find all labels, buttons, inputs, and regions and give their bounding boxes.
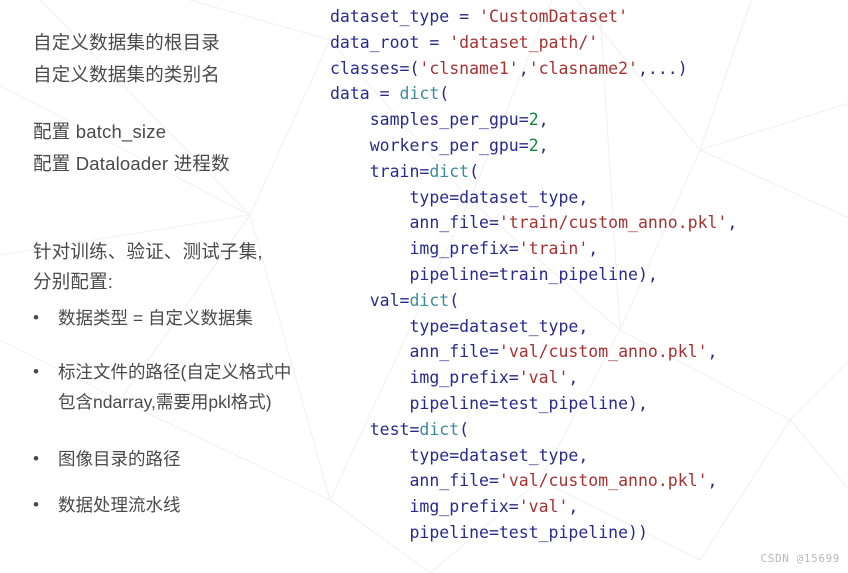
code-token-punct: ,...)	[637, 58, 688, 78]
code-token-name: samples_per_gpu=	[330, 110, 529, 130]
code-token-str: 'val/custom_anno.pkl'	[498, 471, 708, 491]
code-token-name: pipeline=train_pipeline),	[330, 264, 658, 284]
code-token-name: img_prefix=	[330, 497, 519, 517]
code-line: ann_file='val/custom_anno.pkl',	[330, 339, 848, 365]
bullet-item-ann-file-path: • 标注文件的路径(自定义格式中 包含ndarray,需要用pkl格式)	[33, 357, 333, 417]
code-token-num: 2	[528, 135, 539, 155]
code-token-punct: ,	[568, 497, 579, 517]
code-token-str: 'val/custom_anno.pkl'	[498, 342, 708, 362]
code-token-name: dataset_type	[330, 7, 450, 26]
code-token-str: 'dataset_path/'	[449, 32, 599, 52]
bullet-item-img-prefix-path: • 图像目录的路径	[33, 444, 333, 474]
code-block: dataset_type = 'CustomDataset' data_root …	[330, 4, 848, 546]
code-line: ann_file='train/custom_anno.pkl',	[330, 210, 848, 236]
code-token-name: type=dataset_type,	[330, 445, 589, 465]
code-line: img_prefix='train',	[330, 236, 848, 262]
code-token-punct: ,	[727, 213, 738, 233]
code-line: type=dataset_type,	[330, 443, 848, 469]
code-line: img_prefix='val',	[330, 365, 848, 391]
code-token-str: 'CustomDataset'	[479, 7, 629, 26]
code-token-str: 'clasname2'	[528, 58, 638, 78]
code-token-str: 'val'	[518, 497, 569, 517]
slide-canvas: 自定义数据集的根目录 自定义数据集的类别名 配置 batch_size 配置 D…	[0, 0, 848, 573]
code-token-punct: (	[459, 419, 470, 439]
code-token-name: type=dataset_type,	[330, 316, 589, 336]
code-token-name: workers_per_gpu=	[330, 135, 529, 155]
bullet-item-dataset-type: • 数据类型 = 自定义数据集	[33, 303, 333, 333]
code-line: img_prefix='val',	[330, 494, 848, 520]
watermark: CSDN @15699	[760, 552, 840, 565]
code-line: pipeline=test_pipeline))	[330, 520, 848, 546]
code-token-str: 'train'	[518, 239, 589, 259]
bullet-label: 标注文件的路径(自定义格式中 包含ndarray,需要用pkl格式)	[58, 362, 292, 412]
code-line: ann_file='val/custom_anno.pkl',	[330, 468, 848, 494]
bullet-item-pipeline: • 数据处理流水线	[33, 490, 333, 520]
code-token-name: test=	[330, 419, 420, 439]
code-token-punct: (	[439, 84, 450, 104]
code-token-num: 2	[528, 110, 539, 130]
code-token-str: 'clsname1'	[419, 58, 519, 78]
code-token-name: ann_file=	[330, 213, 499, 233]
code-line: samples_per_gpu=2,	[330, 107, 848, 133]
code-line: train=dict(	[330, 159, 848, 185]
code-token-name: data =	[330, 84, 400, 104]
code-token-name: pipeline=test_pipeline),	[330, 393, 648, 413]
code-token-str: 'val'	[518, 368, 569, 388]
bullet-dot-icon: •	[33, 308, 39, 327]
code-token-op: =	[419, 32, 450, 52]
annotation-column: 自定义数据集的根目录 自定义数据集的类别名 配置 batch_size 配置 D…	[0, 0, 330, 573]
code-token-punct: ,	[568, 368, 579, 388]
bullet-dot-icon: •	[33, 362, 39, 381]
code-token-punct: ,	[518, 58, 529, 78]
code-line: dataset_type = 'CustomDataset'	[330, 4, 848, 30]
code-token-fn: dict	[419, 419, 460, 439]
code-token-punct: ,	[707, 342, 718, 362]
note-dataloader-workers: 配置 Dataloader 进程数	[33, 153, 230, 174]
bullet-dot-icon: •	[33, 495, 39, 514]
code-line: type=dataset_type,	[330, 185, 848, 211]
code-token-fn: dict	[429, 161, 470, 181]
code-line: test=dict(	[330, 417, 848, 443]
note-root-dir: 自定义数据集的根目录	[33, 32, 221, 53]
code-token-punct: ,	[538, 135, 549, 155]
code-token-punct: (	[449, 290, 460, 310]
note-subsets-intro-line-1: 针对训练、验证、测试子集,	[33, 241, 263, 262]
code-token-punct: ,	[707, 471, 718, 491]
code-token-name: ann_file=	[330, 471, 499, 491]
code-token-name: img_prefix=	[330, 368, 519, 388]
code-token-name: ann_file=	[330, 342, 499, 362]
bullet-dot-icon: •	[33, 449, 39, 468]
code-token-op: =	[449, 7, 480, 26]
code-token-name: img_prefix=	[330, 239, 519, 259]
code-token-name: data_root	[330, 32, 420, 52]
code-token-name: pipeline=test_pipeline))	[330, 522, 648, 542]
code-token-name: val=	[330, 290, 410, 310]
code-token-fn: dict	[399, 84, 440, 104]
code-token-str: 'train/custom_anno.pkl'	[498, 213, 728, 233]
code-token-punct: ,	[588, 239, 599, 259]
code-line: workers_per_gpu=2,	[330, 133, 848, 159]
bullet-label: 图像目录的路径	[58, 449, 181, 469]
code-line: pipeline=test_pipeline),	[330, 391, 848, 417]
code-line: data_root = 'dataset_path/'	[330, 30, 848, 56]
code-line: classes=('clsname1','clasname2',...)	[330, 56, 848, 82]
code-token-name: train=	[330, 161, 430, 181]
code-line: pipeline=train_pipeline),	[330, 262, 848, 288]
code-token-fn: dict	[409, 290, 450, 310]
code-line: type=dataset_type,	[330, 314, 848, 340]
code-token-punct: (	[469, 161, 480, 181]
bullet-label: 数据类型 = 自定义数据集	[58, 308, 253, 328]
code-token-name: classes=(	[330, 58, 420, 78]
note-batch-size: 配置 batch_size	[33, 121, 167, 142]
code-token-punct: ,	[538, 110, 549, 130]
code-line: data = dict(	[330, 81, 848, 107]
note-class-names: 自定义数据集的类别名	[33, 64, 221, 85]
note-subsets-intro-line-2: 分别配置:	[33, 271, 114, 292]
bullet-label: 数据处理流水线	[58, 495, 181, 515]
code-line: val=dict(	[330, 288, 848, 314]
code-token-name: type=dataset_type,	[330, 187, 589, 207]
